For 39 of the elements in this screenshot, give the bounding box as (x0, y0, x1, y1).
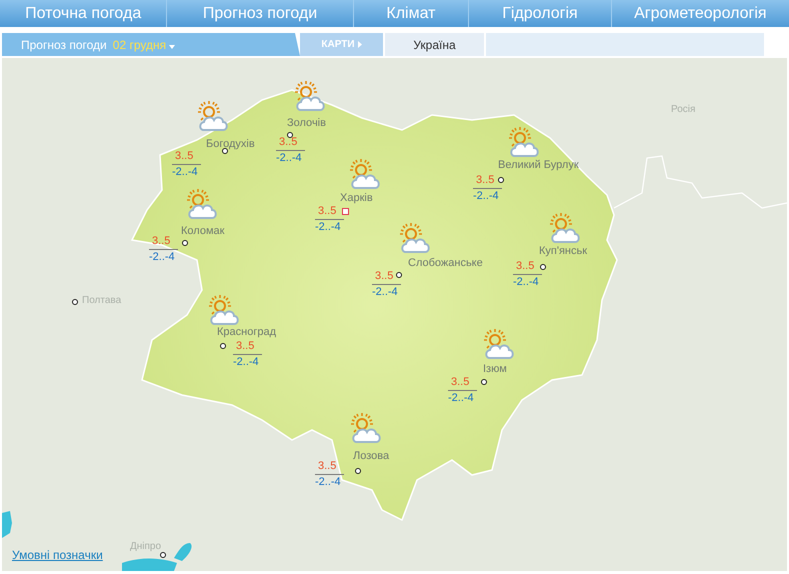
day-temperature: 3..5 (473, 174, 502, 189)
night-temperature: -2..-4 (315, 475, 342, 489)
night-temperature: -2..-4 (149, 250, 176, 264)
day-temperature: 3..5 (315, 205, 344, 220)
night-temperature: -2..-4 (473, 189, 500, 203)
night-temperature: -2..-4 (448, 391, 475, 405)
night-temperature: -2..-4 (233, 355, 260, 369)
day-temperature: 3..5 (315, 460, 344, 475)
night-temperature: -2..-4 (315, 220, 342, 234)
day-temperature: 3..5 (172, 150, 201, 165)
city-name: Куп'янськ (539, 245, 588, 257)
region-tab[interactable]: Україна (385, 33, 484, 56)
day-temperature: 3..5 (513, 260, 542, 275)
city-name: Ізюм (483, 363, 507, 375)
country-name: Росія (671, 104, 696, 115)
maps-button[interactable]: КАРТИ (300, 33, 383, 56)
city-name: Слобожанське (408, 257, 483, 269)
night-temperature: -2..-4 (513, 275, 540, 289)
night-temperature: -2..-4 (372, 285, 399, 299)
forecast-title: Прогноз погоди (21, 38, 107, 52)
city-name: Коломак (181, 225, 224, 237)
city-name: Красноград (217, 326, 276, 338)
day-temperature: 3..5 (448, 376, 477, 391)
city-name: Дніпро (130, 541, 162, 552)
day-temperature: 3..5 (233, 340, 262, 355)
day-temperature: 3..5 (372, 270, 401, 285)
legend-link[interactable]: Умовні позначки (12, 548, 103, 562)
date-dropdown[interactable]: 02 грудня (112, 38, 176, 52)
city-name: Харків (340, 192, 373, 204)
night-temperature: -2..-4 (172, 165, 199, 179)
forecast-tab[interactable]: Прогноз погоди 02 грудня (2, 33, 300, 56)
day-temperature: 3..5 (276, 136, 305, 151)
city-name: Лозова (353, 450, 390, 462)
night-temperature: -2..-4 (276, 151, 303, 165)
day-temperature: 3..5 (149, 235, 178, 250)
city-name: Полтава (82, 295, 122, 306)
nav-tab[interactable]: Клімат (354, 0, 470, 27)
city-name: Богодухів (206, 138, 255, 150)
city-name: Золочів (287, 117, 326, 129)
